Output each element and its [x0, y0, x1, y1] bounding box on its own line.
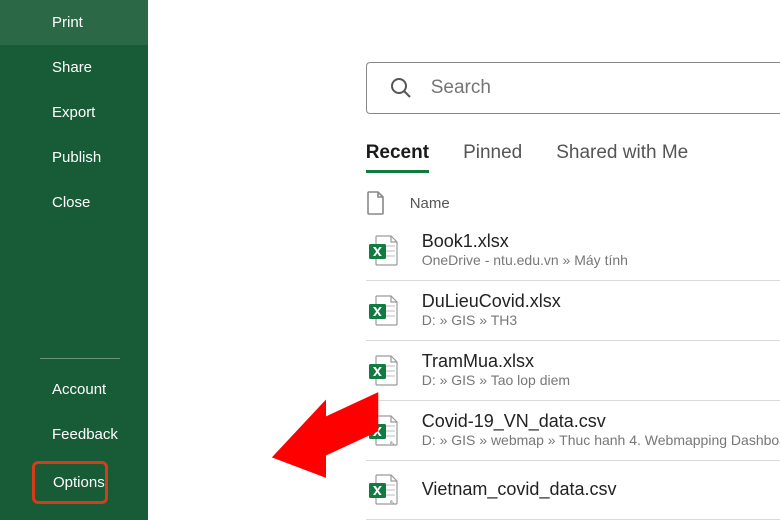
file-name: Book1.xlsx: [422, 231, 628, 252]
file-row[interactable]: a, Vietnam_covid_data.csv: [366, 461, 780, 520]
sidebar-item-share[interactable]: Share: [0, 45, 148, 90]
file-list: Book1.xlsx OneDrive - ntu.edu.vn » Máy t…: [366, 221, 780, 520]
file-info: Covid-19_VN_data.csv D: » GIS » webmap »…: [422, 411, 780, 448]
file-info: Vietnam_covid_data.csv: [422, 479, 617, 500]
file-path: OneDrive - ntu.edu.vn » Máy tính: [422, 252, 628, 268]
svg-text:a,: a,: [390, 440, 395, 446]
tabs: Recent Pinned Shared with Me: [366, 142, 780, 173]
column-name-label: Name: [410, 195, 450, 212]
svg-text:a,: a,: [390, 499, 395, 505]
excel-file-icon: a,: [366, 412, 402, 448]
excel-file-icon: [366, 232, 402, 268]
excel-file-icon: [366, 352, 402, 388]
file-name: Vietnam_covid_data.csv: [422, 479, 617, 500]
tab-recent[interactable]: Recent: [366, 142, 429, 173]
file-path: D: » GIS » Tao lop diem: [422, 372, 570, 388]
document-icon: [366, 191, 386, 215]
file-name: TramMua.xlsx: [422, 351, 570, 372]
sidebar-top-group: Print Share Export Publish Close: [0, 0, 148, 225]
file-name: DuLieuCovid.xlsx: [422, 291, 561, 312]
file-row[interactable]: TramMua.xlsx D: » GIS » Tao lop diem: [366, 341, 780, 401]
sidebar-item-publish[interactable]: Publish: [0, 135, 148, 180]
file-path: D: » GIS » TH3: [422, 312, 561, 328]
file-info: TramMua.xlsx D: » GIS » Tao lop diem: [422, 351, 570, 388]
excel-file-icon: a,: [366, 471, 402, 507]
search-icon: [389, 76, 413, 100]
search-input[interactable]: [431, 77, 780, 99]
sidebar-item-account[interactable]: Account: [0, 367, 148, 412]
file-path: D: » GIS » webmap » Thuc hanh 4. Webmapp…: [422, 432, 780, 448]
sidebar-item-feedback[interactable]: Feedback: [0, 412, 148, 457]
sidebar-bottom-group: Account Feedback Options: [0, 348, 148, 520]
sidebar: Print Share Export Publish Close Account…: [0, 0, 148, 520]
excel-file-icon: [366, 292, 402, 328]
excel-backstage: Print Share Export Publish Close Account…: [0, 0, 780, 520]
tab-pinned[interactable]: Pinned: [463, 142, 522, 173]
file-info: DuLieuCovid.xlsx D: » GIS » TH3: [422, 291, 561, 328]
file-row[interactable]: a, Covid-19_VN_data.csv D: » GIS » webma…: [366, 401, 780, 461]
tab-shared[interactable]: Shared with Me: [556, 142, 688, 173]
file-info: Book1.xlsx OneDrive - ntu.edu.vn » Máy t…: [422, 231, 628, 268]
main-pane: Recent Pinned Shared with Me Name Book1.…: [148, 0, 780, 520]
file-row[interactable]: Book1.xlsx OneDrive - ntu.edu.vn » Máy t…: [366, 221, 780, 281]
sidebar-item-options[interactable]: Options: [32, 461, 108, 504]
file-name: Covid-19_VN_data.csv: [422, 411, 780, 432]
sidebar-item-close[interactable]: Close: [0, 180, 148, 225]
file-list-header: Name: [366, 191, 780, 215]
sidebar-divider: [40, 358, 120, 359]
sidebar-item-export[interactable]: Export: [0, 90, 148, 135]
sidebar-item-print[interactable]: Print: [0, 0, 148, 45]
file-row[interactable]: DuLieuCovid.xlsx D: » GIS » TH3: [366, 281, 780, 341]
search-bar[interactable]: [366, 62, 780, 114]
